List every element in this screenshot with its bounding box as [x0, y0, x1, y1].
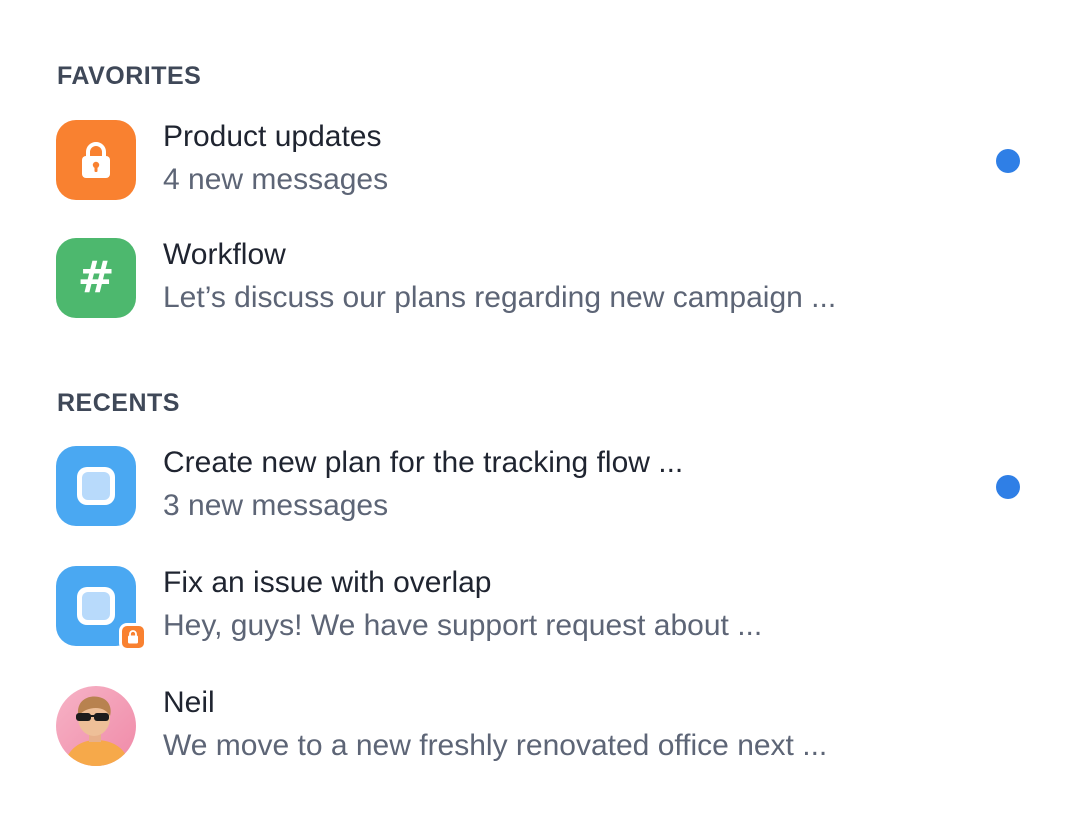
hash-icon: # — [56, 238, 136, 318]
item-title: Workflow — [163, 238, 286, 271]
channel-avatar — [56, 566, 147, 651]
channel-avatar — [56, 446, 136, 526]
item-title: Neil — [163, 686, 215, 719]
square-icon — [56, 446, 136, 526]
channel-avatar — [56, 120, 136, 200]
item-title: Product updates — [163, 120, 382, 153]
user-photo — [56, 686, 136, 766]
item-subtitle: 4 new messages — [163, 163, 389, 196]
unread-dot — [996, 475, 1020, 499]
lock-badge-icon — [119, 623, 147, 651]
list-item-create-plan[interactable]: Create new plan for the tracking flow ..… — [0, 446, 1076, 536]
list-item-workflow[interactable]: # Workflow Let’s discuss our plans regar… — [0, 238, 1076, 328]
list-item-fix-overlap[interactable]: Fix an issue with overlap Hey, guys! We … — [0, 566, 1076, 656]
item-subtitle: Let’s discuss our plans regarding new ca… — [163, 281, 837, 314]
list-item-product-updates[interactable]: Product updates 4 new messages — [0, 120, 1076, 210]
user-avatar — [56, 686, 136, 766]
channel-list-panel: FAVORITES Product updates 4 new messages… — [0, 0, 1076, 828]
item-subtitle: We move to a new freshly renovated offic… — [163, 729, 828, 762]
channel-avatar: # — [56, 238, 136, 318]
item-title: Create new plan for the tracking flow ..… — [163, 446, 684, 479]
item-subtitle: 3 new messages — [163, 489, 389, 522]
lock-icon — [56, 120, 136, 200]
item-title: Fix an issue with overlap — [163, 566, 492, 599]
item-subtitle: Hey, guys! We have support request about… — [163, 609, 763, 642]
favorites-heading: FAVORITES — [57, 62, 202, 90]
unread-dot — [996, 149, 1020, 173]
recents-heading: RECENTS — [57, 389, 180, 417]
list-item-neil[interactable]: Neil We move to a new freshly renovated … — [0, 686, 1076, 776]
